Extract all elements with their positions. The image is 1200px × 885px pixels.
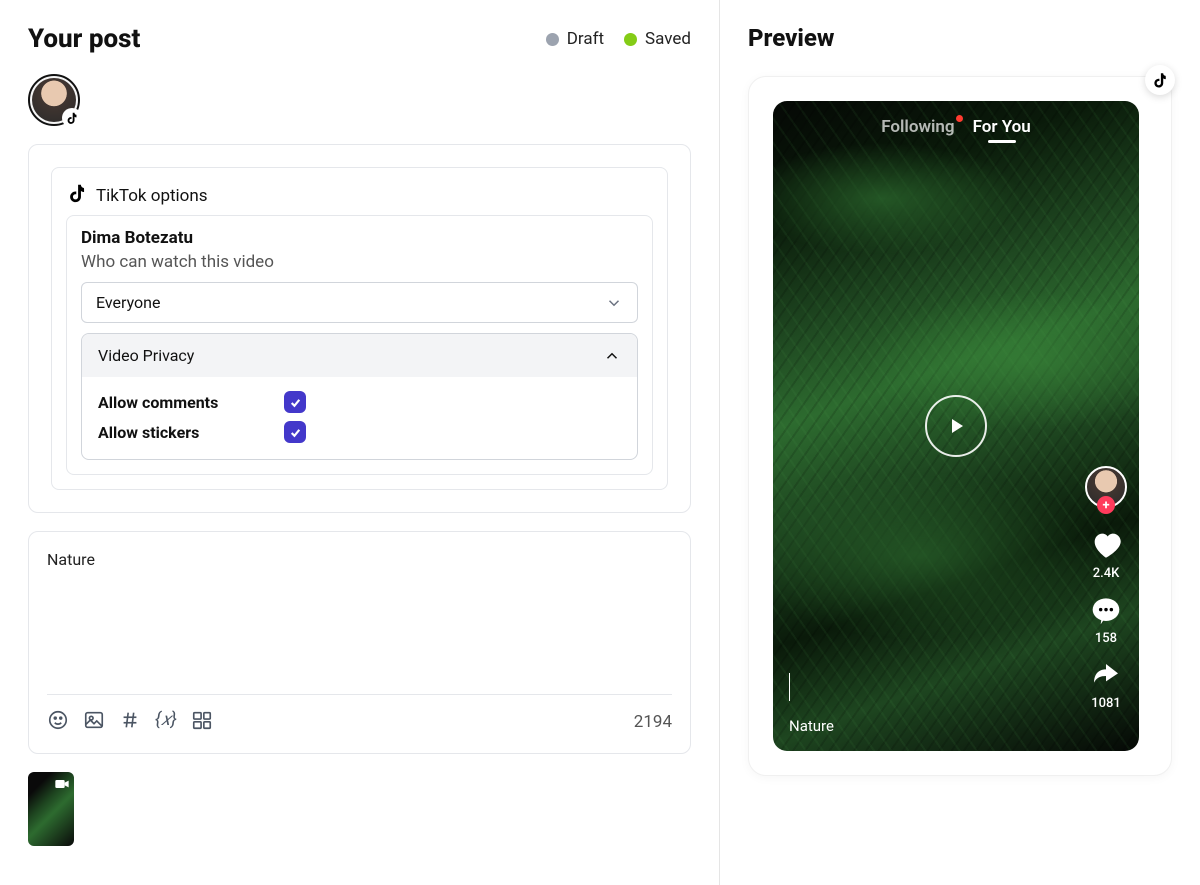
draft-label: Draft [567,29,604,49]
video-privacy-toggle[interactable]: Video Privacy [82,334,637,377]
play-icon [944,414,968,438]
share-icon [1090,660,1122,692]
comment-count: 158 [1095,631,1117,646]
chevron-down-icon [605,294,623,312]
heart-icon [1089,528,1123,562]
allow-comments-row: Allow comments [98,387,621,417]
share-count: 1081 [1091,696,1121,711]
options-inner: TikTok options Dima Botezatu Who can wat… [51,167,668,490]
play-button[interactable] [925,395,987,457]
caption-card: {𝑥} 2194 [28,531,691,754]
video-privacy-label: Video Privacy [98,346,194,365]
tiktok-icon [66,182,88,209]
status-badges: Draft Saved [546,29,691,49]
page-title: Your post [28,24,140,54]
video-icon [54,776,70,796]
video-privacy-body: Allow comments Allow stickers [82,377,637,459]
like-count: 2.4K [1093,566,1120,581]
phone-preview: Following For You + 2.4K [773,101,1139,751]
audience-select-value: Everyone [96,293,160,312]
emoji-icon[interactable] [47,709,69,735]
share-action[interactable]: 1081 [1090,660,1122,711]
preview-panel: Preview Following For You + [720,0,1200,885]
feed-tabs: Following For You [773,117,1139,137]
chevron-up-icon [603,347,621,365]
account-avatar-row [28,74,691,126]
saved-status-badge: Saved [624,29,691,49]
saved-dot-icon [624,33,637,46]
check-icon [289,396,302,409]
options-section-label: TikTok options [96,186,208,206]
preview-card: Following For You + 2.4K [748,76,1172,776]
tab-following-label: Following [881,117,954,137]
allow-stickers-row: Allow stickers [98,417,621,447]
who-can-watch-label: Who can watch this video [81,252,638,282]
allow-comments-checkbox[interactable] [284,391,306,413]
profile-action[interactable]: + [1085,466,1127,508]
caption-toolbar: {𝑥} [47,709,213,735]
saved-label: Saved [645,29,691,49]
options-title-row: TikTok options [66,182,653,209]
caption-input[interactable] [47,550,672,690]
editor-panel: Your post Draft Saved Tik [0,0,720,885]
media-thumbnail[interactable] [28,772,74,846]
tab-following[interactable]: Following [881,117,954,137]
tiktok-badge-icon [62,108,82,128]
preview-title: Preview [748,24,1172,52]
allow-stickers-checkbox[interactable] [284,421,306,443]
check-icon [289,426,302,439]
video-actions: + 2.4K 158 1081 [1085,466,1127,711]
like-action[interactable]: 2.4K [1089,528,1123,581]
notification-dot-icon [956,115,963,122]
variable-icon[interactable]: {𝑥} [155,709,177,735]
audience-select[interactable]: Everyone [81,282,638,323]
allow-comments-label: Allow comments [98,393,248,412]
draft-dot-icon [546,33,559,46]
draft-status-badge: Draft [546,29,604,49]
hashtag-icon[interactable] [119,709,141,735]
preview-caption: Nature [789,717,834,735]
profile-avatar: + [1085,466,1127,508]
tab-for-you-label: For You [973,117,1031,137]
tab-for-you[interactable]: For You [973,117,1031,137]
text-caret [789,673,790,701]
image-icon[interactable] [83,709,105,735]
follow-plus-icon: + [1097,496,1115,514]
comment-icon [1090,595,1122,627]
tiktok-options-card: TikTok options Dima Botezatu Who can wat… [28,144,691,513]
account-name: Dima Botezatu [81,228,638,252]
tiktok-icon [1151,71,1169,89]
allow-stickers-label: Allow stickers [98,423,248,442]
preview-tiktok-badge [1145,65,1175,95]
comment-action[interactable]: 158 [1090,595,1122,646]
video-privacy-section: Video Privacy Allow comments Allow stick… [81,333,638,460]
header-row: Your post Draft Saved [28,24,691,54]
account-avatar[interactable] [28,74,80,126]
char-count: 2194 [634,712,672,732]
caption-footer: {𝑥} 2194 [47,694,672,735]
template-icon[interactable] [191,709,213,735]
